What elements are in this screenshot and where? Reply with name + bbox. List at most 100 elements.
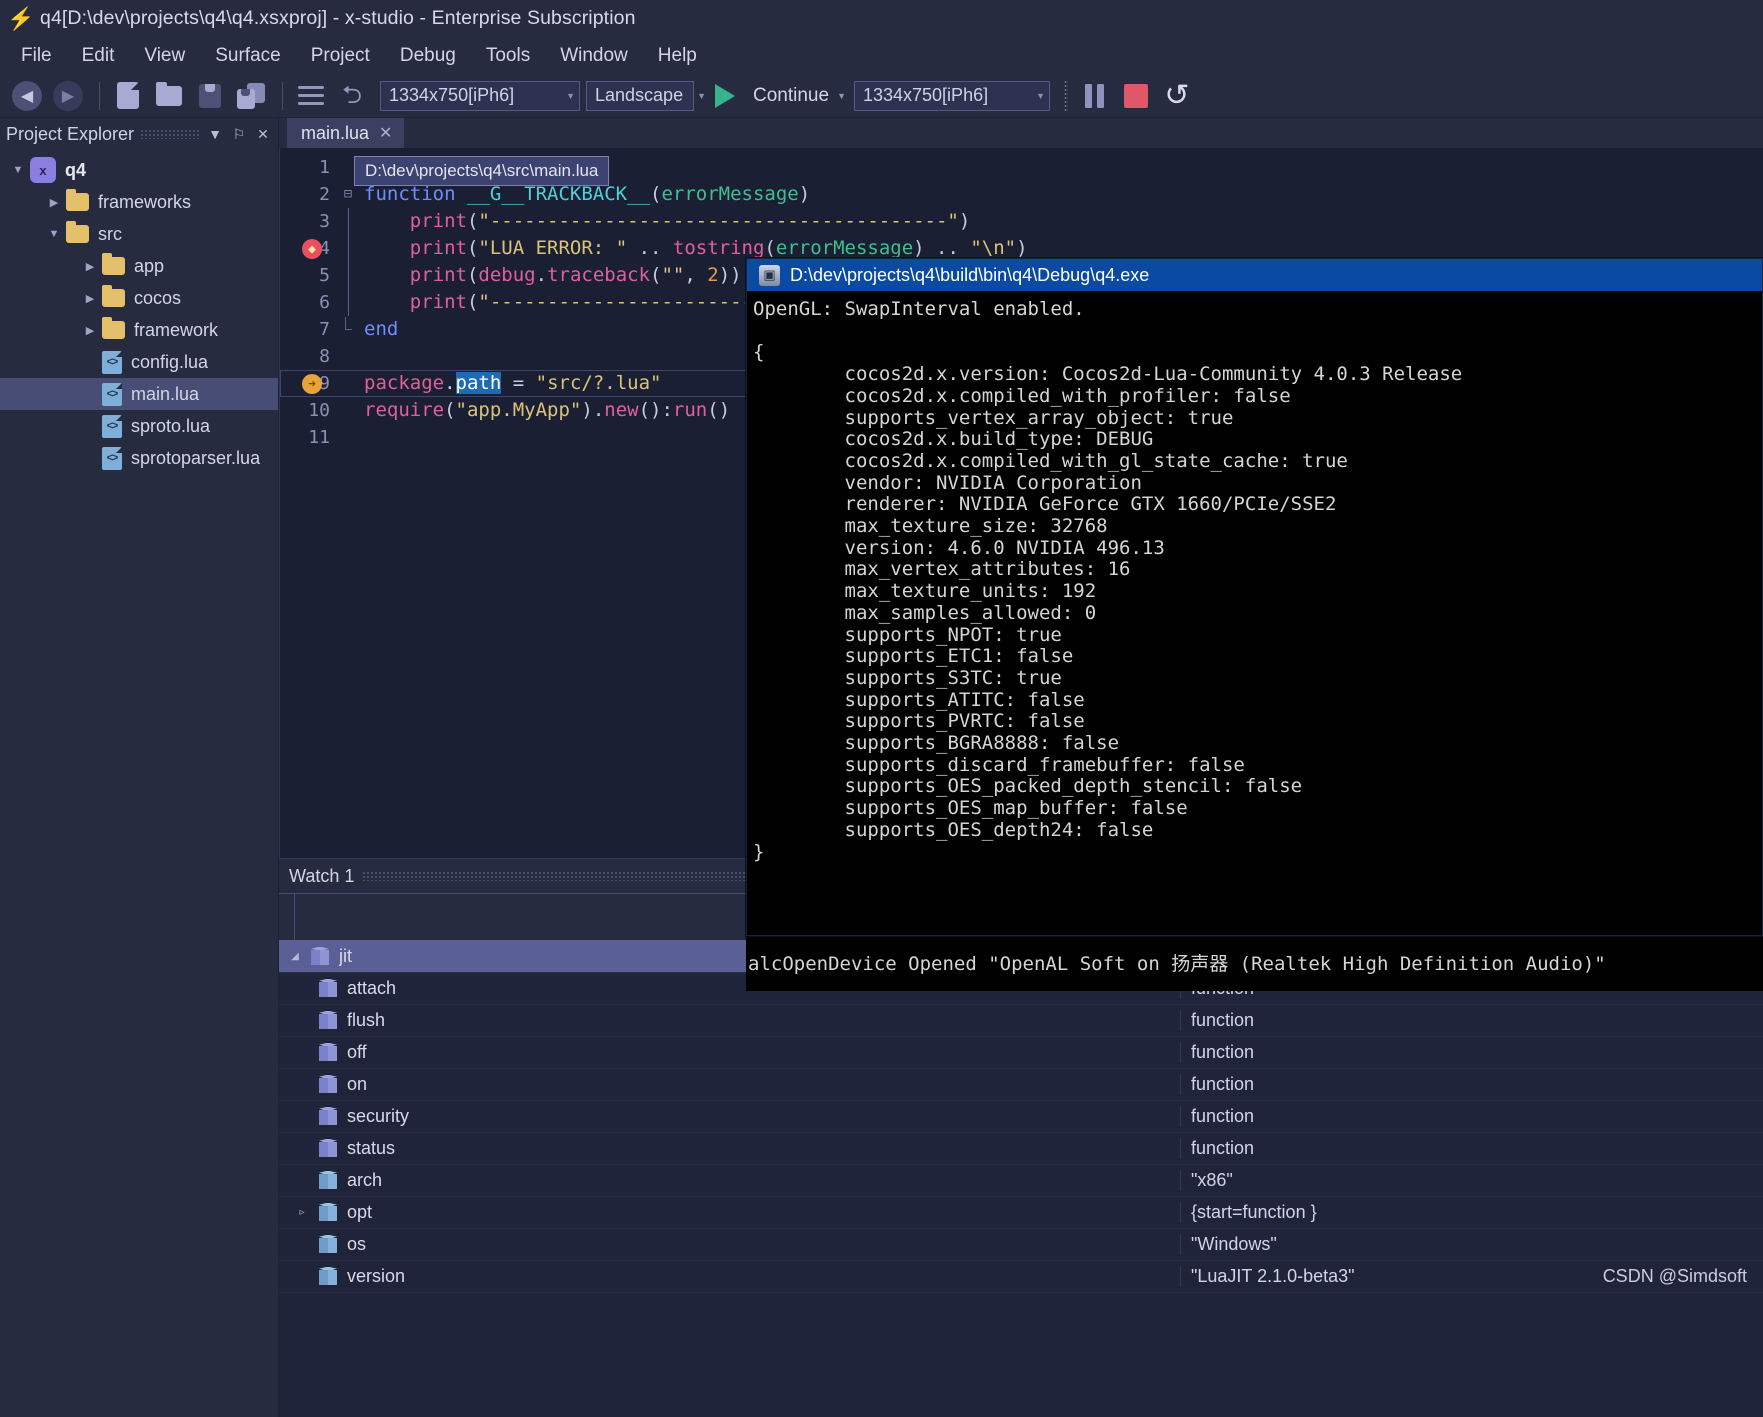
tree-item-main-lua[interactable]: <> main.lua	[0, 378, 278, 410]
menu-help[interactable]: Help	[643, 43, 712, 69]
save-icon	[199, 84, 221, 108]
close-icon[interactable]: ✕	[254, 126, 272, 143]
watch-row[interactable]: os "Windows"	[279, 1229, 1763, 1261]
menu-debug[interactable]: Debug	[385, 43, 471, 69]
tree-item-frameworks[interactable]: ▶ frameworks	[0, 186, 278, 218]
tab-close-icon[interactable]: ✕	[379, 123, 392, 143]
watch-item-name: opt	[347, 1202, 1180, 1223]
menu-edit[interactable]: Edit	[67, 43, 130, 69]
console-window[interactable]: ▣ D:\dev\projects\q4\build\bin\q4\Debug\…	[746, 258, 1763, 936]
tree-item-framework[interactable]: ▶ framework	[0, 314, 278, 346]
breakpoint-icon[interactable]: ◆	[302, 239, 322, 259]
watch-row[interactable]: version "LuaJIT 2.1.0-beta3" CSDN @Simdsof…	[279, 1261, 1763, 1293]
tree-item-sprotoparser-lua[interactable]: <> sprotoparser.lua	[0, 442, 278, 474]
watch-item-value: function	[1180, 1010, 1763, 1031]
tree-item-src[interactable]: ▼ src	[0, 218, 278, 250]
watch-row[interactable]: off function	[279, 1037, 1763, 1069]
watch-row[interactable]: security function	[279, 1101, 1763, 1133]
line-number: 11	[280, 424, 338, 451]
watch-row[interactable]: ▹ opt {start=function }	[279, 1197, 1763, 1229]
cube-purple-icon	[319, 1075, 337, 1095]
twisty-down-icon[interactable]: ◢	[279, 951, 311, 962]
watch-item-value: function	[1180, 1074, 1763, 1095]
tree-item-app[interactable]: ▶ app	[0, 250, 278, 282]
watch-row[interactable]: arch "x86"	[279, 1165, 1763, 1197]
menu-file[interactable]: File	[6, 43, 67, 69]
line-number: 10	[280, 397, 338, 424]
resolution-value: 1334x750[iPh6]	[389, 85, 514, 106]
cube-purple-icon	[319, 1011, 337, 1031]
watch-item-name: arch	[347, 1170, 1180, 1191]
watch-item-value: "LuaJIT 2.1.0-beta3" CSDN @Simdsoft	[1180, 1266, 1763, 1287]
cube-blue-icon	[319, 1267, 337, 1287]
panel-menu-icon[interactable]: ▼	[206, 126, 224, 142]
pause-button[interactable]	[1076, 78, 1114, 114]
menu-view[interactable]: View	[129, 43, 200, 69]
toolbar-grip[interactable]	[1064, 80, 1068, 112]
tree-item-config-lua[interactable]: <> config.lua	[0, 346, 278, 378]
cube-purple-icon	[319, 1107, 337, 1127]
lua-file-icon: <>	[102, 351, 122, 374]
pin-icon[interactable]: ⚐	[230, 126, 248, 143]
target-select[interactable]: 1334x750[iPh6] ▼	[854, 81, 1050, 111]
lua-file-icon: <>	[102, 447, 122, 470]
tree-item-q4[interactable]: ▼ x q4	[0, 154, 278, 186]
play-icon	[715, 84, 735, 108]
stop-button[interactable]	[1117, 78, 1155, 114]
menu-window[interactable]: Window	[545, 43, 643, 69]
undo-icon: ⮌	[342, 83, 362, 108]
back-arrow-icon: ◀	[12, 81, 42, 111]
undo-button[interactable]: ⮌	[333, 78, 371, 114]
resolution-select[interactable]: 1334x750[iPh6] ▼	[380, 81, 580, 111]
current-line-marker-icon[interactable]: ➜	[302, 374, 322, 394]
watch-value-text: "Windows"	[1191, 1234, 1277, 1255]
fold-marker	[338, 317, 358, 343]
nav-back-button[interactable]: ◀	[8, 78, 46, 114]
menu-surface[interactable]: Surface	[200, 43, 295, 69]
list-button[interactable]	[292, 78, 330, 114]
run-dropdown-caret-icon[interactable]: ▼	[833, 91, 854, 101]
twisty-down-icon[interactable]: ▼	[42, 228, 66, 240]
line-number: 1	[280, 154, 338, 181]
watch-item-value: "x86"	[1180, 1170, 1763, 1191]
orientation-select[interactable]: Landscape ▼	[586, 81, 694, 111]
watch-row[interactable]: on function	[279, 1069, 1763, 1101]
watch-item-value: function	[1180, 1138, 1763, 1159]
twisty-right-icon[interactable]: ▶	[78, 260, 102, 273]
orientation-value: Landscape	[595, 85, 683, 106]
twisty-down-icon[interactable]: ▼	[6, 164, 30, 176]
window-title: q4[D:\dev\projects\q4\q4.xsxproj] - x-st…	[40, 7, 636, 30]
app-logo-icon: ⚡	[8, 6, 34, 32]
tree-item-label: sprotoparser.lua	[131, 448, 260, 469]
twisty-right-icon[interactable]: ▶	[42, 196, 66, 209]
cube-purple-icon	[319, 979, 337, 999]
open-folder-button[interactable]	[150, 78, 188, 114]
menu-tools[interactable]: Tools	[471, 43, 545, 69]
file-path-tooltip: D:\dev\projects\q4\src\main.lua	[354, 156, 609, 186]
cube-purple-icon	[311, 947, 329, 967]
save-button[interactable]	[191, 78, 229, 114]
new-file-button[interactable]	[109, 78, 147, 114]
twisty-right-icon[interactable]: ▹	[279, 1207, 311, 1218]
watch-row[interactable]: status function	[279, 1133, 1763, 1165]
save-all-button[interactable]	[232, 78, 270, 114]
panel-drag-dots[interactable]	[140, 129, 200, 139]
twisty-right-icon[interactable]: ▶	[78, 324, 102, 337]
tab-main-lua[interactable]: main.lua ✕	[287, 118, 404, 148]
cube-purple-icon	[319, 1139, 337, 1159]
tree-item-cocos[interactable]: ▶ cocos	[0, 282, 278, 314]
nav-forward-button[interactable]: ▶	[49, 78, 87, 114]
tree-item-label: app	[134, 256, 164, 277]
line-number: 3	[280, 208, 338, 235]
watch-row[interactable]: flush function	[279, 1005, 1763, 1037]
restart-button[interactable]: ↺	[1158, 78, 1196, 114]
tree-item-label: q4	[65, 160, 86, 181]
run-label: Continue	[747, 85, 833, 107]
cube-blue-icon	[319, 1235, 337, 1255]
project-tree: ▼ x q4 ▶ frameworks ▼ src ▶ app ▶ cocos ▶ framework <…	[0, 150, 278, 474]
console-title-bar[interactable]: ▣ D:\dev\projects\q4\build\bin\q4\Debug\…	[747, 259, 1762, 291]
run-continue-button[interactable]	[706, 78, 744, 114]
menu-project[interactable]: Project	[296, 43, 385, 69]
tree-item-sproto-lua[interactable]: <> sproto.lua	[0, 410, 278, 442]
twisty-right-icon[interactable]: ▶	[78, 292, 102, 305]
